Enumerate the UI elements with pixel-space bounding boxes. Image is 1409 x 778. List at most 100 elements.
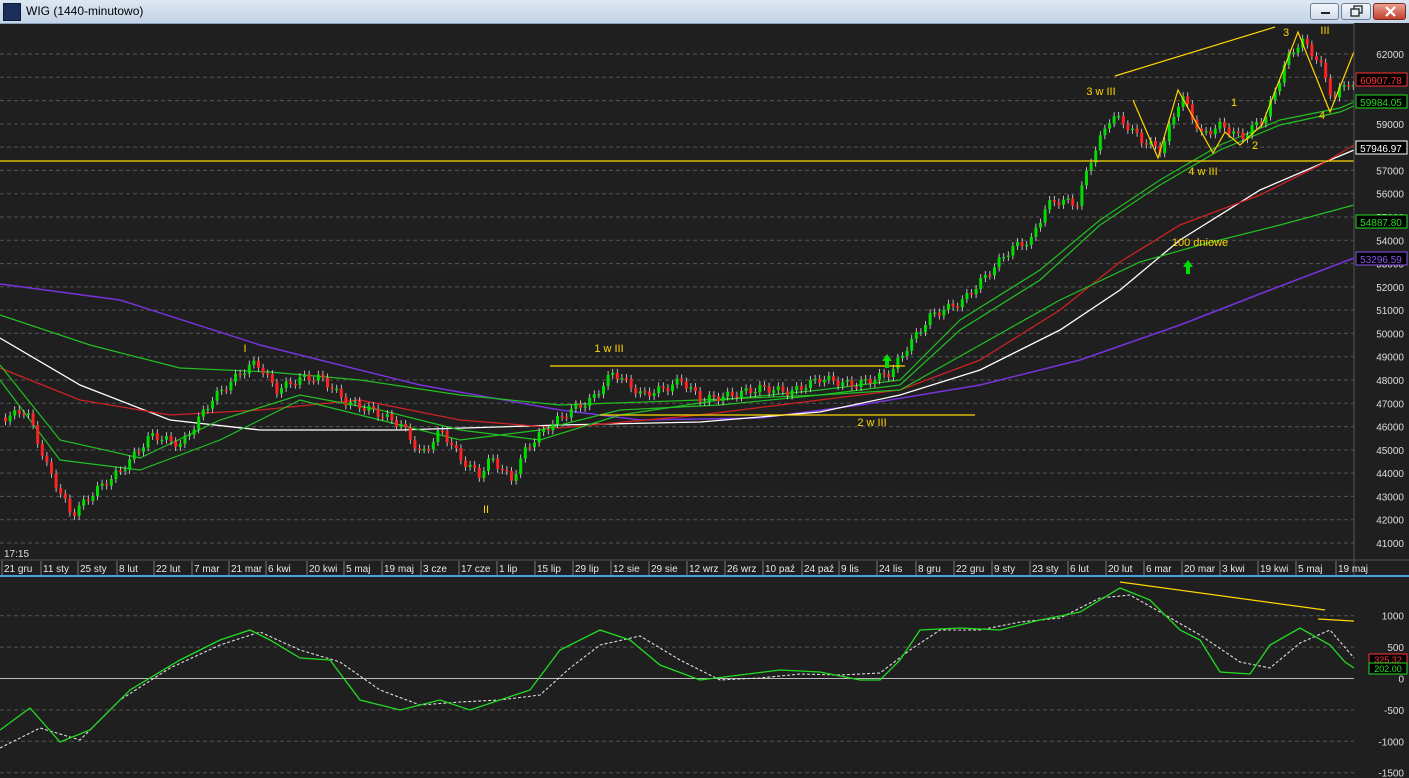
- candle: [951, 303, 955, 307]
- candle: [1006, 255, 1010, 258]
- candle: [477, 468, 481, 478]
- candle: [68, 498, 72, 513]
- candle: [684, 381, 688, 389]
- candle: [82, 499, 86, 506]
- candle: [183, 436, 187, 444]
- date-tick-label: 19 kwi: [1260, 564, 1288, 575]
- date-tick-label: 7 mar: [194, 564, 220, 575]
- restore-button[interactable]: [1341, 3, 1371, 20]
- date-tick-label: 29 lip: [575, 564, 599, 575]
- candle: [220, 389, 224, 392]
- candle: [749, 388, 753, 394]
- candle: [763, 384, 766, 387]
- candle: [201, 409, 205, 417]
- date-tick-label: 3 cze: [423, 564, 447, 575]
- candle: [901, 355, 904, 358]
- candle: [1218, 121, 1222, 129]
- candle: [583, 406, 587, 408]
- candle: [864, 378, 868, 381]
- candle: [1319, 59, 1323, 63]
- candle: [905, 350, 909, 356]
- buy-arrow-icon: [1183, 260, 1193, 274]
- candle: [1089, 162, 1093, 172]
- candle: [17, 410, 21, 414]
- date-tick-label: 20 lut: [1108, 564, 1133, 575]
- candle: [284, 381, 288, 388]
- candle: [261, 367, 265, 374]
- candle: [569, 408, 573, 418]
- candle: [1135, 128, 1139, 133]
- date-tick-label: 6 kwi: [268, 564, 291, 575]
- candle: [404, 424, 408, 428]
- oscillator-line: [0, 587, 1355, 743]
- candle: [579, 404, 582, 408]
- trend-line-top: [1114, 26, 1276, 77]
- candle: [868, 378, 872, 384]
- price-badge-text: 53296.59: [1360, 255, 1402, 266]
- price-tick-label: 50000: [1376, 329, 1404, 340]
- candle: [1075, 205, 1079, 208]
- candle: [592, 394, 596, 398]
- candle: [753, 392, 757, 394]
- date-tick-label: 22 lut: [156, 564, 181, 575]
- candle: [1347, 85, 1351, 87]
- candle: [50, 462, 53, 474]
- candle: [813, 378, 817, 381]
- candle: [381, 416, 385, 419]
- candle: [1232, 131, 1236, 134]
- price-tick-label: 44000: [1376, 469, 1404, 480]
- candle: [891, 368, 895, 378]
- candle: [1011, 245, 1015, 256]
- candle: [482, 470, 486, 478]
- candle: [887, 374, 891, 378]
- candle: [1062, 199, 1065, 205]
- candle: [40, 443, 44, 456]
- date-tick-label: 8 gru: [918, 564, 941, 575]
- candle: [468, 464, 472, 467]
- candle: [1048, 199, 1052, 210]
- candle: [275, 382, 279, 394]
- price-tick-label: 52000: [1376, 283, 1404, 294]
- wave-III-label: III: [1320, 25, 1329, 37]
- minimize-button[interactable]: [1310, 3, 1339, 20]
- wave-4-label: 4: [1319, 110, 1325, 122]
- candle: [841, 382, 845, 386]
- date-axis: 17:15 21 gru 11 sty 25 sty 8 lut 22 lut 7 mar 2…: [0, 549, 1409, 577]
- candle: [1292, 52, 1295, 55]
- candle: [1223, 121, 1226, 128]
- date-tick-label: 12 wrz: [689, 564, 718, 575]
- candle: [1112, 116, 1116, 124]
- candle: [1126, 124, 1130, 130]
- candle: [689, 387, 693, 389]
- candle: [1296, 47, 1300, 53]
- candle: [335, 388, 339, 391]
- osc-tick-label: 1000: [1382, 612, 1405, 623]
- wave-I-label: I: [243, 343, 246, 355]
- candle: [970, 293, 973, 295]
- candle: [666, 388, 670, 392]
- candle: [1057, 202, 1061, 205]
- candle: [1043, 209, 1047, 223]
- candle: [1103, 128, 1107, 136]
- candle: [91, 496, 95, 501]
- candle: [882, 372, 886, 375]
- date-tick-label: 6 lut: [1070, 564, 1089, 575]
- price-tick-label: 47000: [1376, 399, 1404, 410]
- candle: [740, 390, 743, 398]
- candle: [418, 448, 421, 450]
- candle: [307, 374, 311, 381]
- price-tick-label: 51000: [1376, 306, 1404, 317]
- price-tick-label: 57000: [1376, 166, 1404, 177]
- candle: [321, 374, 325, 378]
- candle: [680, 378, 684, 382]
- candle: [845, 380, 849, 383]
- candle: [1278, 82, 1282, 92]
- date-tick-label: 29 sie: [651, 564, 678, 575]
- candle: [390, 413, 394, 420]
- chart-area[interactable]: III1 w III2 w III3 w III4 w III1234III10…: [0, 23, 1409, 778]
- candle: [1121, 115, 1125, 125]
- candle: [211, 400, 214, 409]
- candle: [353, 401, 357, 403]
- close-button[interactable]: [1373, 3, 1406, 20]
- candle: [146, 436, 150, 448]
